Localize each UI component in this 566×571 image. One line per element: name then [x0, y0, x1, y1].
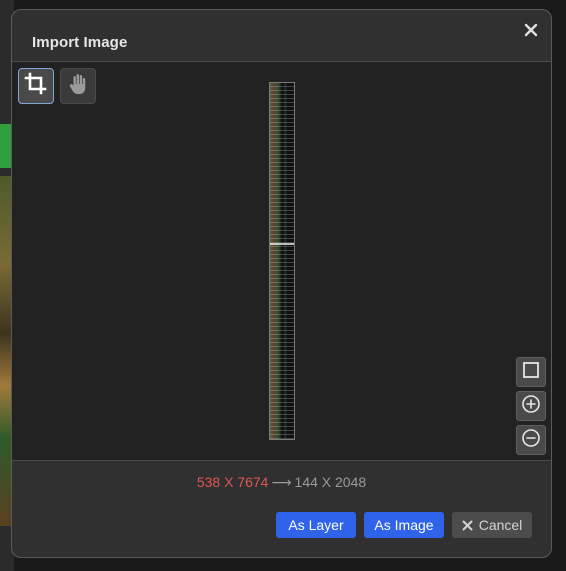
zoom-in-icon	[521, 394, 541, 419]
cancel-label: Cancel	[478, 517, 523, 533]
as-layer-button[interactable]: As Layer	[276, 512, 356, 538]
thumbnail-divider	[270, 243, 294, 245]
close-icon	[523, 22, 539, 38]
zoom-in-button[interactable]	[516, 391, 546, 421]
dialog-title: Import Image	[32, 34, 128, 51]
dialog-header: Import Image	[12, 10, 551, 62]
import-image-dialog: Import Image 538 X 7674 ⟶ 144 X 2048 As …	[11, 9, 552, 558]
image-dimensions: 538 X 7674 ⟶ 144 X 2048	[12, 474, 551, 491]
original-dimensions: 538 X 7674	[196, 474, 269, 490]
crop-tool-button[interactable]	[18, 68, 54, 104]
close-button[interactable]	[523, 22, 539, 38]
cancel-button[interactable]: Cancel	[452, 512, 532, 538]
as-image-button[interactable]: As Image	[364, 512, 444, 538]
image-preview-area[interactable]	[12, 62, 551, 461]
scaled-dimensions: 144 X 2048	[294, 474, 367, 490]
crop-icon	[24, 72, 48, 101]
pan-tool-button[interactable]	[60, 68, 96, 104]
hand-pan-icon	[66, 72, 90, 101]
zoom-out-icon	[521, 428, 541, 453]
image-thumbnail[interactable]	[269, 82, 295, 440]
resize-arrow: ⟶	[271, 474, 292, 490]
close-icon	[462, 520, 473, 531]
square-fit-icon	[522, 361, 540, 384]
fit-view-button[interactable]	[516, 357, 546, 387]
zoom-out-button[interactable]	[516, 425, 546, 455]
